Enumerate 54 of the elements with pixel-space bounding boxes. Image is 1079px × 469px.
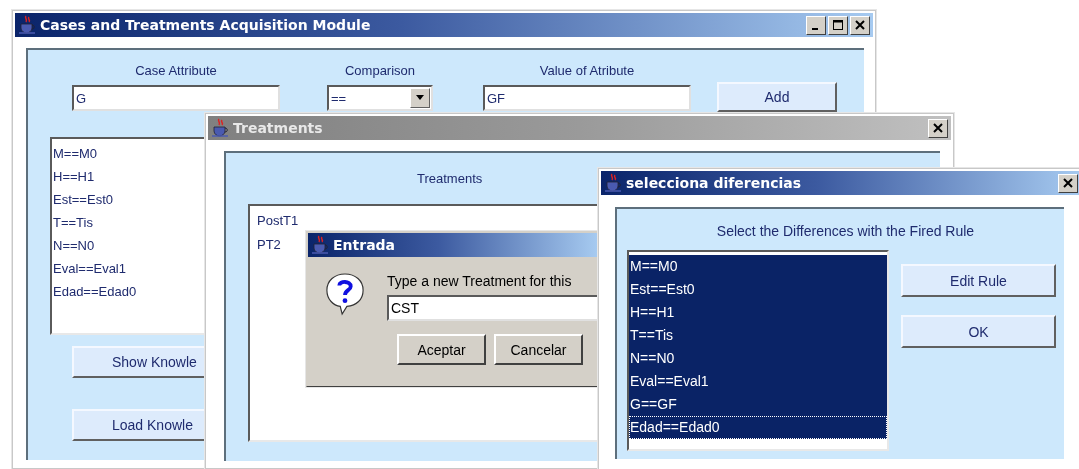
- comparison-dropdown[interactable]: ==: [327, 85, 433, 111]
- maximize-button[interactable]: [828, 15, 848, 35]
- list-item[interactable]: N==N0: [52, 234, 99, 257]
- window-title: Cases and Treatments Acquisition Module: [40, 17, 372, 33]
- list-item[interactable]: M==M0: [52, 142, 102, 165]
- close-button[interactable]: [850, 15, 870, 35]
- list-item[interactable]: N==N0: [629, 347, 887, 370]
- show-knowledge-button[interactable]: Show Knowle: [72, 346, 205, 378]
- treatment-input[interactable]: CST: [387, 295, 597, 321]
- window-title: selecciona diferencias: [626, 175, 803, 191]
- field-label: Value of Atribute: [538, 63, 636, 78]
- coffee-cup-icon: [604, 173, 622, 193]
- attribute-field[interactable]: G: [72, 85, 280, 111]
- list-item[interactable]: PostT1: [256, 209, 303, 233]
- caret-icon: [415, 95, 425, 101]
- close-icon: [854, 19, 866, 31]
- coffee-cup-icon: [211, 118, 229, 138]
- coffee-cup-icon: [18, 15, 36, 35]
- list-item[interactable]: Est==Est0: [52, 188, 117, 211]
- close-icon: [932, 122, 944, 134]
- field-label: Comparison: [343, 63, 417, 78]
- window-title: Treatments: [233, 120, 324, 136]
- load-knowledge-button[interactable]: Load Knowle: [72, 409, 205, 441]
- panel-heading: Select the Differences with the Fired Rule: [715, 222, 976, 241]
- value-field[interactable]: GF: [483, 85, 691, 111]
- list-item[interactable]: Eval==Eval1: [52, 257, 130, 280]
- list-item[interactable]: Edad==Edad0: [52, 280, 141, 303]
- edit-rule-button[interactable]: Edit Rule: [901, 264, 1056, 297]
- list-item[interactable]: Edad==Edad0: [629, 416, 887, 439]
- close-button[interactable]: [1058, 173, 1078, 193]
- close-button[interactable]: [928, 118, 948, 138]
- list-item[interactable]: T==Tis: [629, 324, 887, 347]
- minimize-button[interactable]: [806, 15, 826, 35]
- minimize-icon: [811, 28, 818, 30]
- cancel-button[interactable]: Cancelar: [494, 334, 583, 365]
- window-title: Entrada: [333, 237, 397, 253]
- coffee-cup-icon: [311, 235, 329, 255]
- close-icon: [1062, 177, 1074, 189]
- question-icon: [325, 271, 365, 317]
- list-item[interactable]: H==H1: [52, 165, 99, 188]
- list-item[interactable]: Est==Est0: [629, 278, 887, 301]
- dialog-message: Type a new Treatment for this: [387, 272, 573, 291]
- list-item[interactable]: PT2: [256, 233, 285, 257]
- list-item[interactable]: Eval==Eval1: [629, 370, 887, 393]
- maximize-icon: [832, 19, 844, 31]
- field-label: Case Attribute: [134, 63, 218, 78]
- panel-heading: Treatments: [417, 171, 483, 188]
- ok-button[interactable]: OK: [901, 315, 1056, 348]
- list-item[interactable]: G==GF: [629, 393, 887, 416]
- list-item[interactable]: H==H1: [629, 301, 887, 324]
- list-item[interactable]: T==Tis: [52, 211, 97, 234]
- add-button[interactable]: Add: [717, 82, 837, 112]
- list-item[interactable]: M==M0: [629, 255, 887, 278]
- accept-button[interactable]: Aceptar: [397, 334, 486, 365]
